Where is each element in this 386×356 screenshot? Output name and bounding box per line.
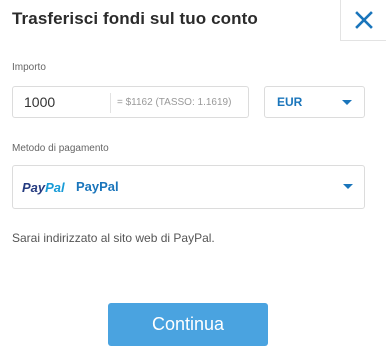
paypal-logo-pay: Pay (22, 180, 46, 195)
continue-button[interactable]: Continua (108, 303, 268, 346)
paypal-logo-icon: PayPal (22, 180, 65, 195)
dialog-title: Trasferisci fondi sul tuo conto (12, 9, 258, 28)
currency-selected-value: EUR (277, 95, 303, 109)
payment-method-label: Metodo di pagamento (12, 143, 109, 154)
amount-divider (110, 93, 111, 113)
close-button[interactable] (340, 0, 386, 41)
paypal-logo-pal: Pal (45, 180, 65, 195)
chevron-down-icon (343, 184, 353, 189)
conversion-rate-text: = $1162 (TASSO: 1.1619) (117, 97, 232, 108)
amount-value[interactable]: 1000 (24, 94, 55, 110)
redirect-info-text: Sarai indirizzato al sito web di PayPal. (12, 231, 215, 245)
payment-method-select[interactable]: PayPal PayPal (12, 165, 365, 209)
amount-label: Importo (12, 62, 46, 73)
payment-method-selected-value: PayPal (76, 179, 119, 194)
chevron-down-icon (342, 100, 352, 105)
currency-select[interactable]: EUR (264, 86, 365, 118)
dialog-header: Trasferisci fondi sul tuo conto (0, 0, 386, 41)
close-icon (354, 11, 373, 29)
amount-input[interactable]: 1000 = $1162 (TASSO: 1.1619) (12, 86, 249, 118)
